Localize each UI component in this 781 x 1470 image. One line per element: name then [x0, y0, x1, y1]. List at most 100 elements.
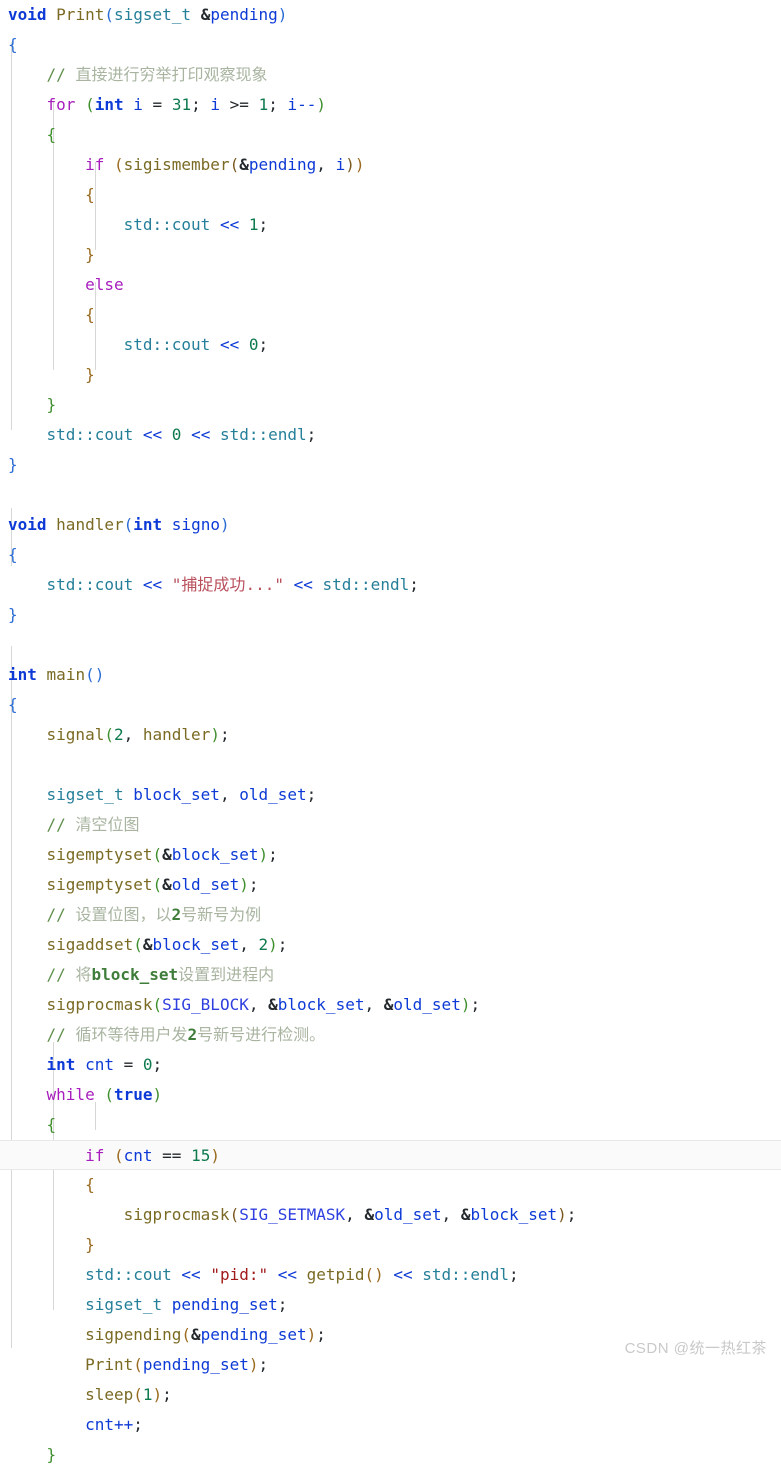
code-line[interactable]: cnt++;: [0, 1410, 781, 1440]
token-type: std::endl: [422, 1265, 509, 1284]
code-line[interactable]: {: [0, 300, 781, 330]
token-function: sigemptyset: [46, 875, 153, 894]
token-bracket: (: [133, 1385, 143, 1404]
token-punct: ;: [248, 875, 259, 894]
token-bracket: {: [46, 1115, 57, 1134]
token-variable: i: [335, 155, 346, 174]
token-macro: SIG_SETMASK: [239, 1205, 346, 1224]
token-bracket: ): [277, 5, 288, 24]
code-line[interactable]: // 清空位图: [0, 810, 781, 840]
token-comment: //: [46, 815, 66, 834]
code-line[interactable]: sigemptyset(&block_set);: [0, 840, 781, 870]
code-line[interactable]: }: [0, 390, 781, 420]
code-line[interactable]: // 将block_set设置到进程内: [0, 960, 781, 990]
token-comment-code: 2: [171, 905, 182, 924]
code-line[interactable]: {: [0, 120, 781, 150]
code-line[interactable]: int cnt = 0;: [0, 1050, 781, 1080]
token-number: 1: [142, 1385, 153, 1404]
code-line[interactable]: sigprocmask(SIG_SETMASK, &old_set, &bloc…: [0, 1200, 781, 1230]
token-string: "捕捉成功...": [171, 575, 284, 594]
token-keyword: while: [46, 1085, 95, 1104]
token-number: 31: [171, 95, 192, 114]
token-function: sigprocmask: [123, 1205, 230, 1224]
token-punct: ;: [508, 1265, 519, 1284]
token-operator: &: [383, 995, 394, 1014]
token-punct: ,: [248, 995, 259, 1014]
token-punct: ;: [470, 995, 481, 1014]
token-punct: ,: [239, 935, 249, 954]
code-line[interactable]: {: [0, 1170, 781, 1200]
code-line[interactable]: std::cout << 0;: [0, 330, 781, 360]
code-line-blank[interactable]: [0, 630, 781, 660]
token-keyword: int: [46, 1055, 76, 1074]
code-line[interactable]: }: [0, 600, 781, 630]
code-line[interactable]: void handler(int signo): [0, 510, 781, 540]
token-bracket: ): [152, 1385, 163, 1404]
code-line[interactable]: std::cout << 1;: [0, 210, 781, 240]
code-line[interactable]: sigemptyset(&old_set);: [0, 870, 781, 900]
code-line[interactable]: // 循环等待用户发2号新号进行检测。: [0, 1020, 781, 1050]
token-punct: ,: [345, 1205, 355, 1224]
token-variable: i: [210, 95, 221, 114]
token-number: 15: [191, 1146, 211, 1165]
code-line[interactable]: signal(2, handler);: [0, 720, 781, 750]
code-line[interactable]: // 设置位图，以2号新号为例: [0, 900, 781, 930]
code-line-blank[interactable]: [0, 750, 781, 780]
code-line[interactable]: sleep(1);: [0, 1380, 781, 1410]
code-line[interactable]: sigset_t block_set, old_set;: [0, 780, 781, 810]
token-bracket: (: [113, 155, 124, 174]
token-variable: signo: [171, 515, 220, 534]
token-function: sigpending: [85, 1325, 182, 1344]
code-line[interactable]: std::cout << 0 << std::endl;: [0, 420, 781, 450]
code-line[interactable]: sigset_t pending_set;: [0, 1290, 781, 1320]
token-function: signal: [46, 725, 105, 744]
code-line[interactable]: }: [0, 1230, 781, 1260]
token-bracket: ): [354, 155, 365, 174]
code-line[interactable]: }: [0, 360, 781, 390]
token-punct: ;: [133, 1415, 143, 1434]
token-operator: =: [123, 1055, 134, 1074]
code-lines[interactable]: void Print(sigset_t &pending) { // 直接进行穷…: [0, 0, 781, 1470]
token-bracket: (: [104, 1085, 114, 1104]
code-line-blank[interactable]: [0, 480, 781, 510]
code-line[interactable]: std::cout << "pid:" << getpid() << std::…: [0, 1260, 781, 1290]
token-bracket: (: [113, 1146, 124, 1165]
code-line-current[interactable]: if (cnt == 15): [0, 1140, 781, 1170]
code-line[interactable]: if (sigismember(&pending, i)): [0, 150, 781, 180]
code-line[interactable]: int main(): [0, 660, 781, 690]
token-punct: ;: [316, 1325, 326, 1344]
code-line[interactable]: // 直接进行穷举打印观察现象: [0, 60, 781, 90]
token-type: sigset_t: [113, 5, 192, 24]
token-keyword: if: [85, 155, 105, 174]
token-comment-text: 直接进行穷举打印观察现象: [75, 65, 268, 84]
code-line[interactable]: else: [0, 270, 781, 300]
code-line[interactable]: }: [0, 1440, 781, 1470]
token-comment-code: block_set: [91, 965, 179, 984]
token-operator: &: [191, 1325, 201, 1344]
token-keyword: void: [8, 515, 47, 534]
code-editor[interactable]: void Print(sigset_t &pending) { // 直接进行穷…: [0, 0, 781, 1464]
token-punct: ;: [219, 725, 230, 744]
code-line[interactable]: {: [0, 540, 781, 570]
code-line[interactable]: {: [0, 1110, 781, 1140]
code-line[interactable]: {: [0, 180, 781, 210]
token-number: 2: [113, 725, 124, 744]
code-line[interactable]: void Print(sigset_t &pending): [0, 0, 781, 30]
token-variable: pending_set: [142, 1355, 249, 1374]
code-line[interactable]: sigprocmask(SIG_BLOCK, &block_set, &old_…: [0, 990, 781, 1020]
token-function: sigemptyset: [46, 845, 153, 864]
code-line[interactable]: {: [0, 30, 781, 60]
code-line[interactable]: {: [0, 690, 781, 720]
code-line[interactable]: for (int i = 31; i >= 1; i--): [0, 90, 781, 120]
code-line[interactable]: while (true): [0, 1080, 781, 1110]
token-bracket: ): [306, 1325, 317, 1344]
token-function: sigprocmask: [46, 995, 153, 1014]
code-line[interactable]: sigaddset(&block_set, 2);: [0, 930, 781, 960]
code-line[interactable]: std::cout << "捕捉成功..." << std::endl;: [0, 570, 781, 600]
token-macro: SIG_BLOCK: [162, 995, 249, 1014]
token-punct: ;: [306, 425, 317, 444]
token-operator: &: [460, 1205, 471, 1224]
token-bracket: ): [268, 935, 278, 954]
code-line[interactable]: }: [0, 240, 781, 270]
code-line[interactable]: }: [0, 450, 781, 480]
